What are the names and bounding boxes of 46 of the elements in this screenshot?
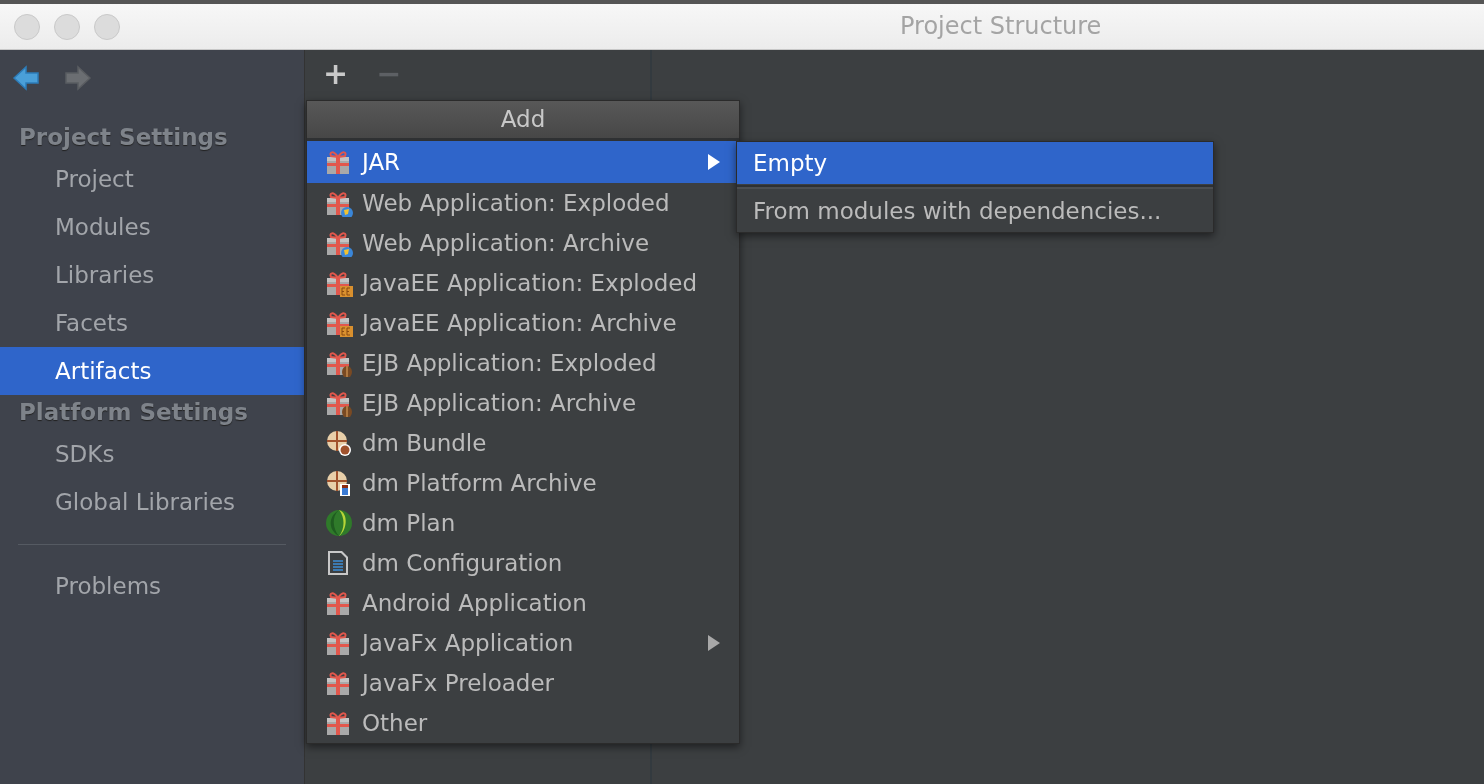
menu-item[interactable]: JavaEE Application: Exploded [307,263,739,303]
forward-icon[interactable] [64,65,92,91]
sidebar-item[interactable]: Artifacts [0,347,304,395]
menu-item[interactable]: dm Bundle [307,423,739,463]
sidebar-item[interactable]: Project [0,155,304,203]
close-button[interactable] [14,13,40,40]
section-heading: Platform Settings [18,398,249,427]
menu-item[interactable]: dm Configuration [307,543,739,583]
menu-item[interactable]: Empty [737,142,1213,184]
sidebar-item[interactable]: Modules [0,203,304,251]
bundle-icon [325,429,353,457]
menu-item[interactable]: Android Application [307,583,739,623]
menu-item[interactable]: dm Plan [307,503,739,543]
sidebar-item[interactable]: Facets [0,299,304,347]
sidebar-item[interactable]: Global Libraries [0,478,304,526]
sphere-icon [325,509,353,537]
menu-item[interactable]: JavaEE Application: Archive [307,303,739,343]
menu-item[interactable]: Other [307,703,739,743]
back-icon[interactable] [12,65,40,91]
sidebar-item[interactable]: SDKs [0,430,304,478]
zoom-button[interactable] [94,13,120,40]
menu-item[interactable]: EJB Application: Exploded [307,343,739,383]
menu-item[interactable]: JavaFx Preloader [307,663,739,703]
gift-bean-icon [325,389,353,417]
menu-item[interactable]: Web Application: Exploded [307,183,739,223]
menu-title: Add [307,101,739,141]
submenu-arrow-icon [707,635,721,651]
menu-item[interactable]: EJB Application: Archive [307,383,739,423]
gift-ee-icon [325,269,353,297]
section-heading: Project Settings [18,123,229,152]
sidebar-item[interactable]: Problems [0,562,304,610]
platform-icon [325,469,353,497]
gift-globe-icon [325,189,353,217]
sidebar-item[interactable]: Libraries [0,251,304,299]
menu-item[interactable]: JAR [307,141,739,183]
gift-bean-icon [325,349,353,377]
minimize-button[interactable] [54,13,80,40]
menu-item[interactable]: Web Application: Archive [307,223,739,263]
menu-item[interactable]: dm Platform Archive [307,463,739,503]
submenu-arrow-icon [707,154,721,170]
menu-item[interactable]: From modules with dependencies... [737,190,1213,232]
gift-globe-icon [325,229,353,257]
gift-ee-icon [325,309,353,337]
menu-item[interactable]: JavaFx Application [307,623,739,663]
add-button[interactable]: + [321,56,351,92]
window-title: Project Structure [900,12,1102,40]
